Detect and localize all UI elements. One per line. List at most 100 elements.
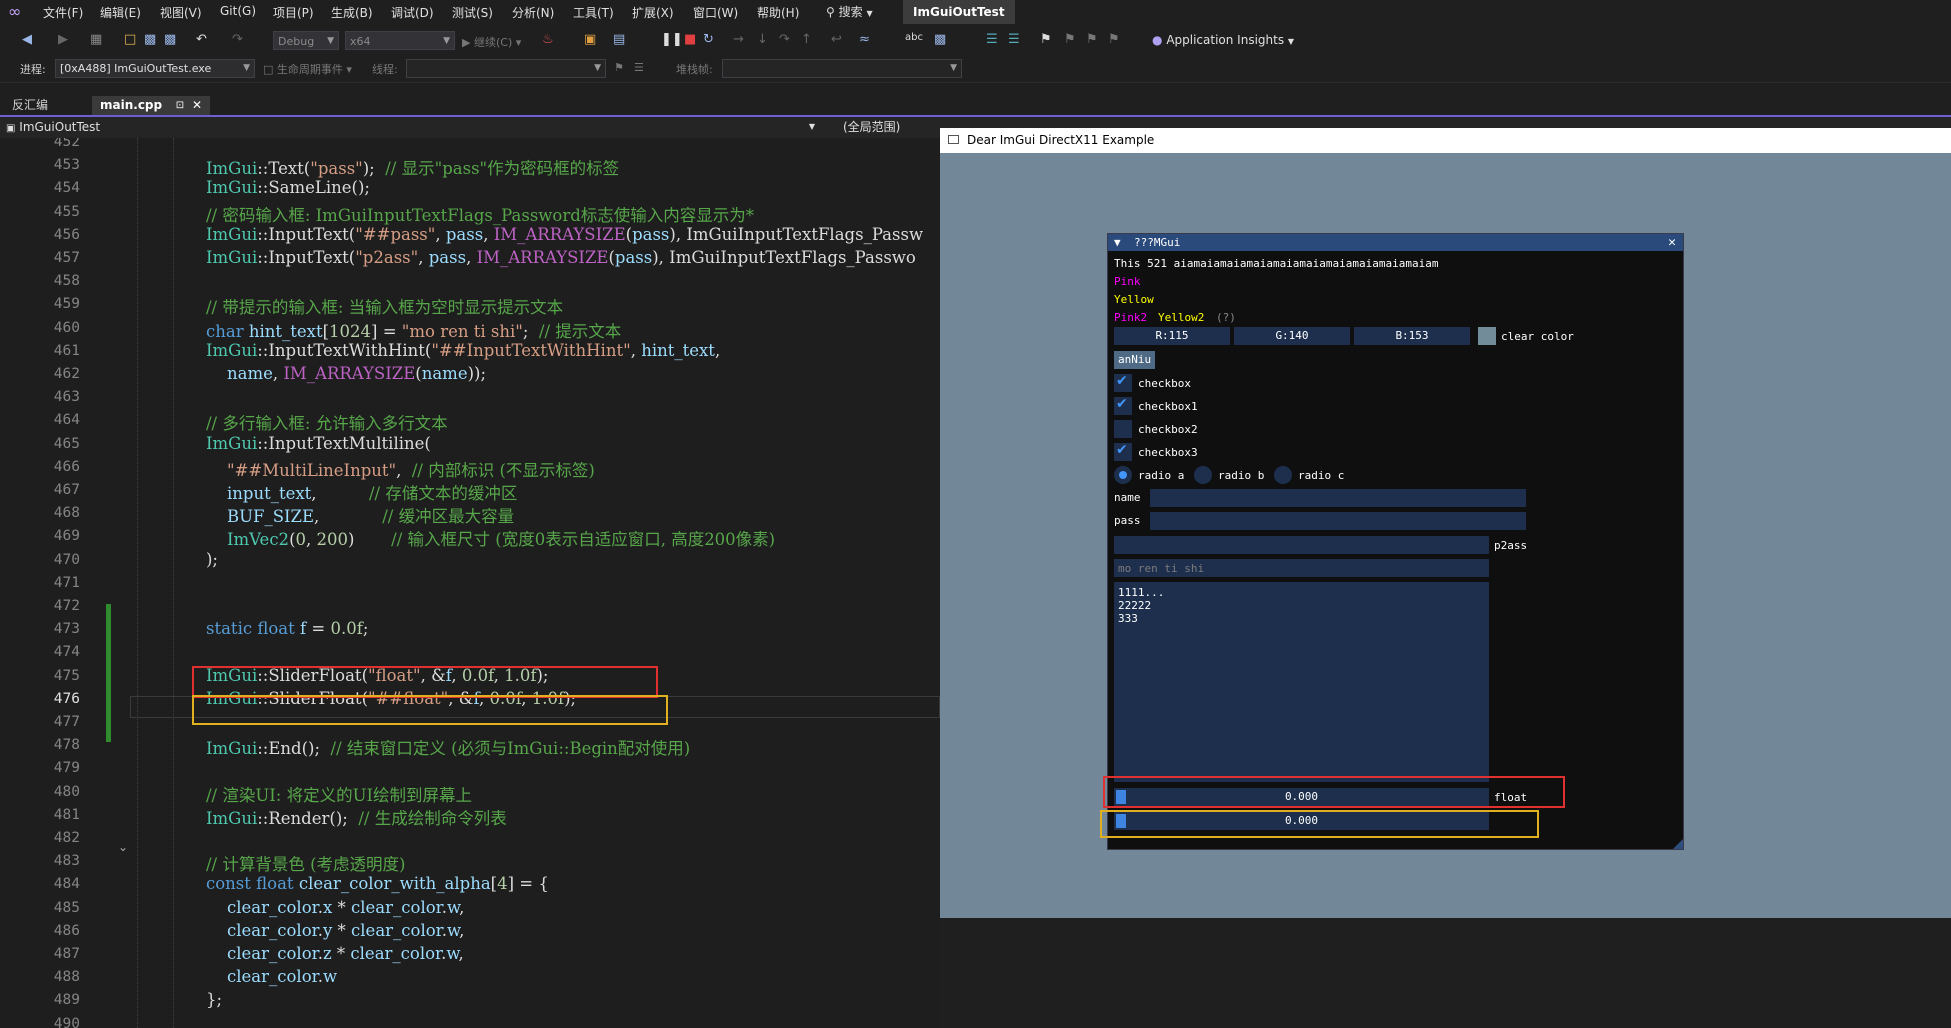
back-icon[interactable]: ◀	[22, 32, 32, 47]
anniu-button[interactable]: anNiu	[1114, 351, 1156, 369]
open-folder-icon[interactable]: □	[124, 32, 136, 47]
restart-icon[interactable]: ↻	[703, 32, 714, 47]
code-line[interactable]: clear_color.y * clear_color.w,	[206, 921, 464, 940]
redo-icon[interactable]: ↷	[232, 32, 243, 47]
color-slider-r[interactable]: R:115	[1114, 327, 1230, 345]
menu-project[interactable]: 项目(P)	[273, 4, 314, 21]
host-title-bar[interactable]: Dear ImGui DirectX11 Example	[940, 128, 1951, 153]
radio-b[interactable]	[1194, 466, 1212, 484]
close-icon[interactable]: ✕	[1668, 234, 1676, 251]
diagnostics-icon[interactable]: ≈	[859, 32, 870, 47]
collapse-triangle-icon[interactable]: ▼	[1114, 234, 1121, 251]
pass-input[interactable]	[1150, 512, 1526, 530]
color-slider-b[interactable]: B:153	[1354, 327, 1470, 345]
stop-icon[interactable]: ■	[684, 32, 696, 47]
show-next-statement-icon[interactable]: →	[733, 32, 744, 47]
code-line[interactable]: ImGui::End(); // 结束窗口定义 (必须与ImGui::Begin…	[206, 735, 690, 759]
menu-window[interactable]: 窗口(W)	[693, 4, 738, 21]
code-line[interactable]: // 带提示的输入框: 当输入框为空时显示提示文本	[206, 294, 563, 318]
stack-frame-select[interactable]: ▼	[722, 59, 962, 78]
color-slider-g[interactable]: G:140	[1234, 327, 1350, 345]
name-input[interactable]	[1150, 489, 1526, 507]
imgui-window[interactable]: ▼ ???MGui ✕ This 521 aiamaiamaiamaiamaia…	[1107, 233, 1684, 850]
window-icon[interactable]: ▤	[613, 32, 625, 47]
code-line[interactable]: // 多行输入框: 允许输入多行文本	[206, 410, 448, 434]
step-over-icon[interactable]: ↷	[779, 32, 790, 47]
code-line[interactable]: ImGui::SameLine();	[206, 178, 370, 197]
code-line[interactable]: "##MultiLineInput", // 内部标识 (不显示标签)	[206, 457, 595, 481]
menu-test[interactable]: 测试(S)	[452, 4, 493, 21]
p2ass-input[interactable]	[1114, 536, 1489, 554]
resize-grip[interactable]	[1673, 839, 1683, 849]
code-line[interactable]: ImVec2(0, 200) // 输入框尺寸 (宽度0表示自适应窗口, 高度2…	[206, 526, 775, 550]
code-line[interactable]: // 计算背景色 (考虑透明度)	[206, 851, 405, 875]
code-line[interactable]: ImGui::InputText("##pass", pass, IM_ARRA…	[206, 225, 923, 244]
hot-reload-icon[interactable]: ♨	[542, 32, 554, 47]
new-project-icon[interactable]: ▦	[90, 32, 102, 47]
code-line[interactable]: ImGui::InputText("p2ass", pass, IM_ARRAY…	[206, 248, 916, 267]
help-marker[interactable]: (?)	[1216, 311, 1236, 324]
hint-input[interactable]: mo ren ti shi	[1114, 559, 1489, 577]
code-line[interactable]: char hint_text[1024] = "mo ren ti shi"; …	[206, 318, 621, 342]
code-line[interactable]: ImGui::InputTextMultiline(	[206, 434, 431, 453]
comment-icon[interactable]: ☰	[986, 32, 998, 47]
checkbox-3[interactable]: ✔	[1114, 442, 1132, 461]
project-scope-select[interactable]: ▣ ImGuiOutTest ▼	[6, 117, 821, 137]
code-line[interactable]: input_text, // 存储文本的缓冲区	[206, 480, 517, 504]
save-all-icon[interactable]: ▩	[164, 32, 176, 47]
uncomment-icon[interactable]: ☰	[1008, 32, 1020, 47]
imgui-title-bar[interactable]: ▼ ???MGui ✕	[1108, 234, 1683, 251]
flag-icon[interactable]: ⚑	[614, 61, 624, 74]
menu-view[interactable]: 视图(V)	[160, 4, 202, 21]
code-editor[interactable]: 452 453 454 455 456 457 458 459 460 461 462 463 464 4…	[0, 138, 940, 1028]
search-button[interactable]: ⚲ 搜索 ▼	[826, 3, 894, 21]
application-insights-button[interactable]: ● Application Insights ▼	[1152, 33, 1294, 47]
radio-c[interactable]	[1274, 466, 1292, 484]
code-line[interactable]: clear_color.w	[206, 967, 337, 986]
lifecycle-events-button[interactable]: □ 生命周期事件 ▾	[263, 61, 352, 77]
save-icon[interactable]: ▩	[144, 32, 156, 47]
continue-button[interactable]: ▶ 继续(C) ▾	[462, 34, 521, 50]
color-swatch[interactable]	[1478, 327, 1496, 345]
tab-main-cpp[interactable]: main.cpp ⊡ ✕	[92, 96, 211, 115]
undo-icon[interactable]: ↶	[196, 32, 207, 47]
code-line[interactable]: clear_color.x * clear_color.w,	[206, 898, 464, 917]
hex-icon[interactable]: ↩	[831, 32, 842, 47]
code-line[interactable]: BUF_SIZE, // 缓冲区最大容量	[206, 503, 514, 527]
menu-debug[interactable]: 调试(D)	[391, 4, 434, 21]
menu-help[interactable]: 帮助(H)	[757, 4, 799, 21]
code-line[interactable]: // 渲染UI: 将定义的UI绘制到屏幕上	[206, 782, 472, 806]
process-select[interactable]: [0xA488] ImGuiOutTest.exe ▼	[55, 59, 255, 78]
prev-bookmark-icon[interactable]: ⚑	[1064, 32, 1076, 47]
clear-bookmarks-icon[interactable]: ⚑	[1108, 32, 1120, 47]
checkbox-1[interactable]: ✔	[1114, 396, 1132, 415]
menu-tools[interactable]: 工具(T)	[573, 4, 614, 21]
menu-git[interactable]: Git(G)	[220, 4, 256, 18]
menu-build[interactable]: 生成(B)	[331, 4, 373, 21]
pause-icon[interactable]: ❚❚	[661, 32, 683, 47]
menu-analyze[interactable]: 分析(N)	[512, 4, 554, 21]
next-bookmark-icon[interactable]: ⚑	[1086, 32, 1098, 47]
fold-chevron-icon[interactable]: ⌄	[118, 840, 128, 854]
code-line[interactable]: static float f = 0.0f;	[206, 619, 368, 638]
code-line[interactable]: clear_color.z * clear_color.w,	[206, 944, 464, 963]
spell-check-icon[interactable]: abc	[905, 32, 923, 43]
code-line[interactable]: ImGui::Text("pass"); // 显示"pass"作为密码框的标签	[206, 155, 619, 179]
config-select[interactable]: Debug ▼	[273, 31, 339, 50]
radio-a[interactable]	[1114, 466, 1132, 484]
checkbox-0[interactable]: ✔	[1114, 373, 1132, 392]
checkbox-2[interactable]	[1114, 420, 1132, 438]
code-line[interactable]: ImGui::Render(); // 生成绘制命令列表	[206, 805, 507, 829]
vs-logo-icon[interactable]: ∞	[8, 2, 21, 21]
global-scope-select[interactable]: (全局范围)	[843, 117, 900, 137]
bookmark-icon[interactable]: ⚑	[1040, 32, 1052, 47]
close-icon[interactable]: ✕	[192, 96, 202, 115]
filter-icon[interactable]: ☰	[634, 61, 644, 74]
code-line[interactable]: // 密码输入框: ImGuiInputTextFlags_Password标志…	[206, 202, 754, 226]
menu-file[interactable]: 文件(F)	[43, 4, 83, 21]
tab-disassembly[interactable]: 反汇编	[4, 96, 56, 115]
code-line[interactable]: };	[206, 990, 222, 1009]
code-line[interactable]: const float clear_color_with_alpha[4] = …	[206, 874, 549, 893]
menu-edit[interactable]: 编辑(E)	[100, 4, 141, 21]
step-into-icon[interactable]: ↓	[757, 32, 768, 47]
